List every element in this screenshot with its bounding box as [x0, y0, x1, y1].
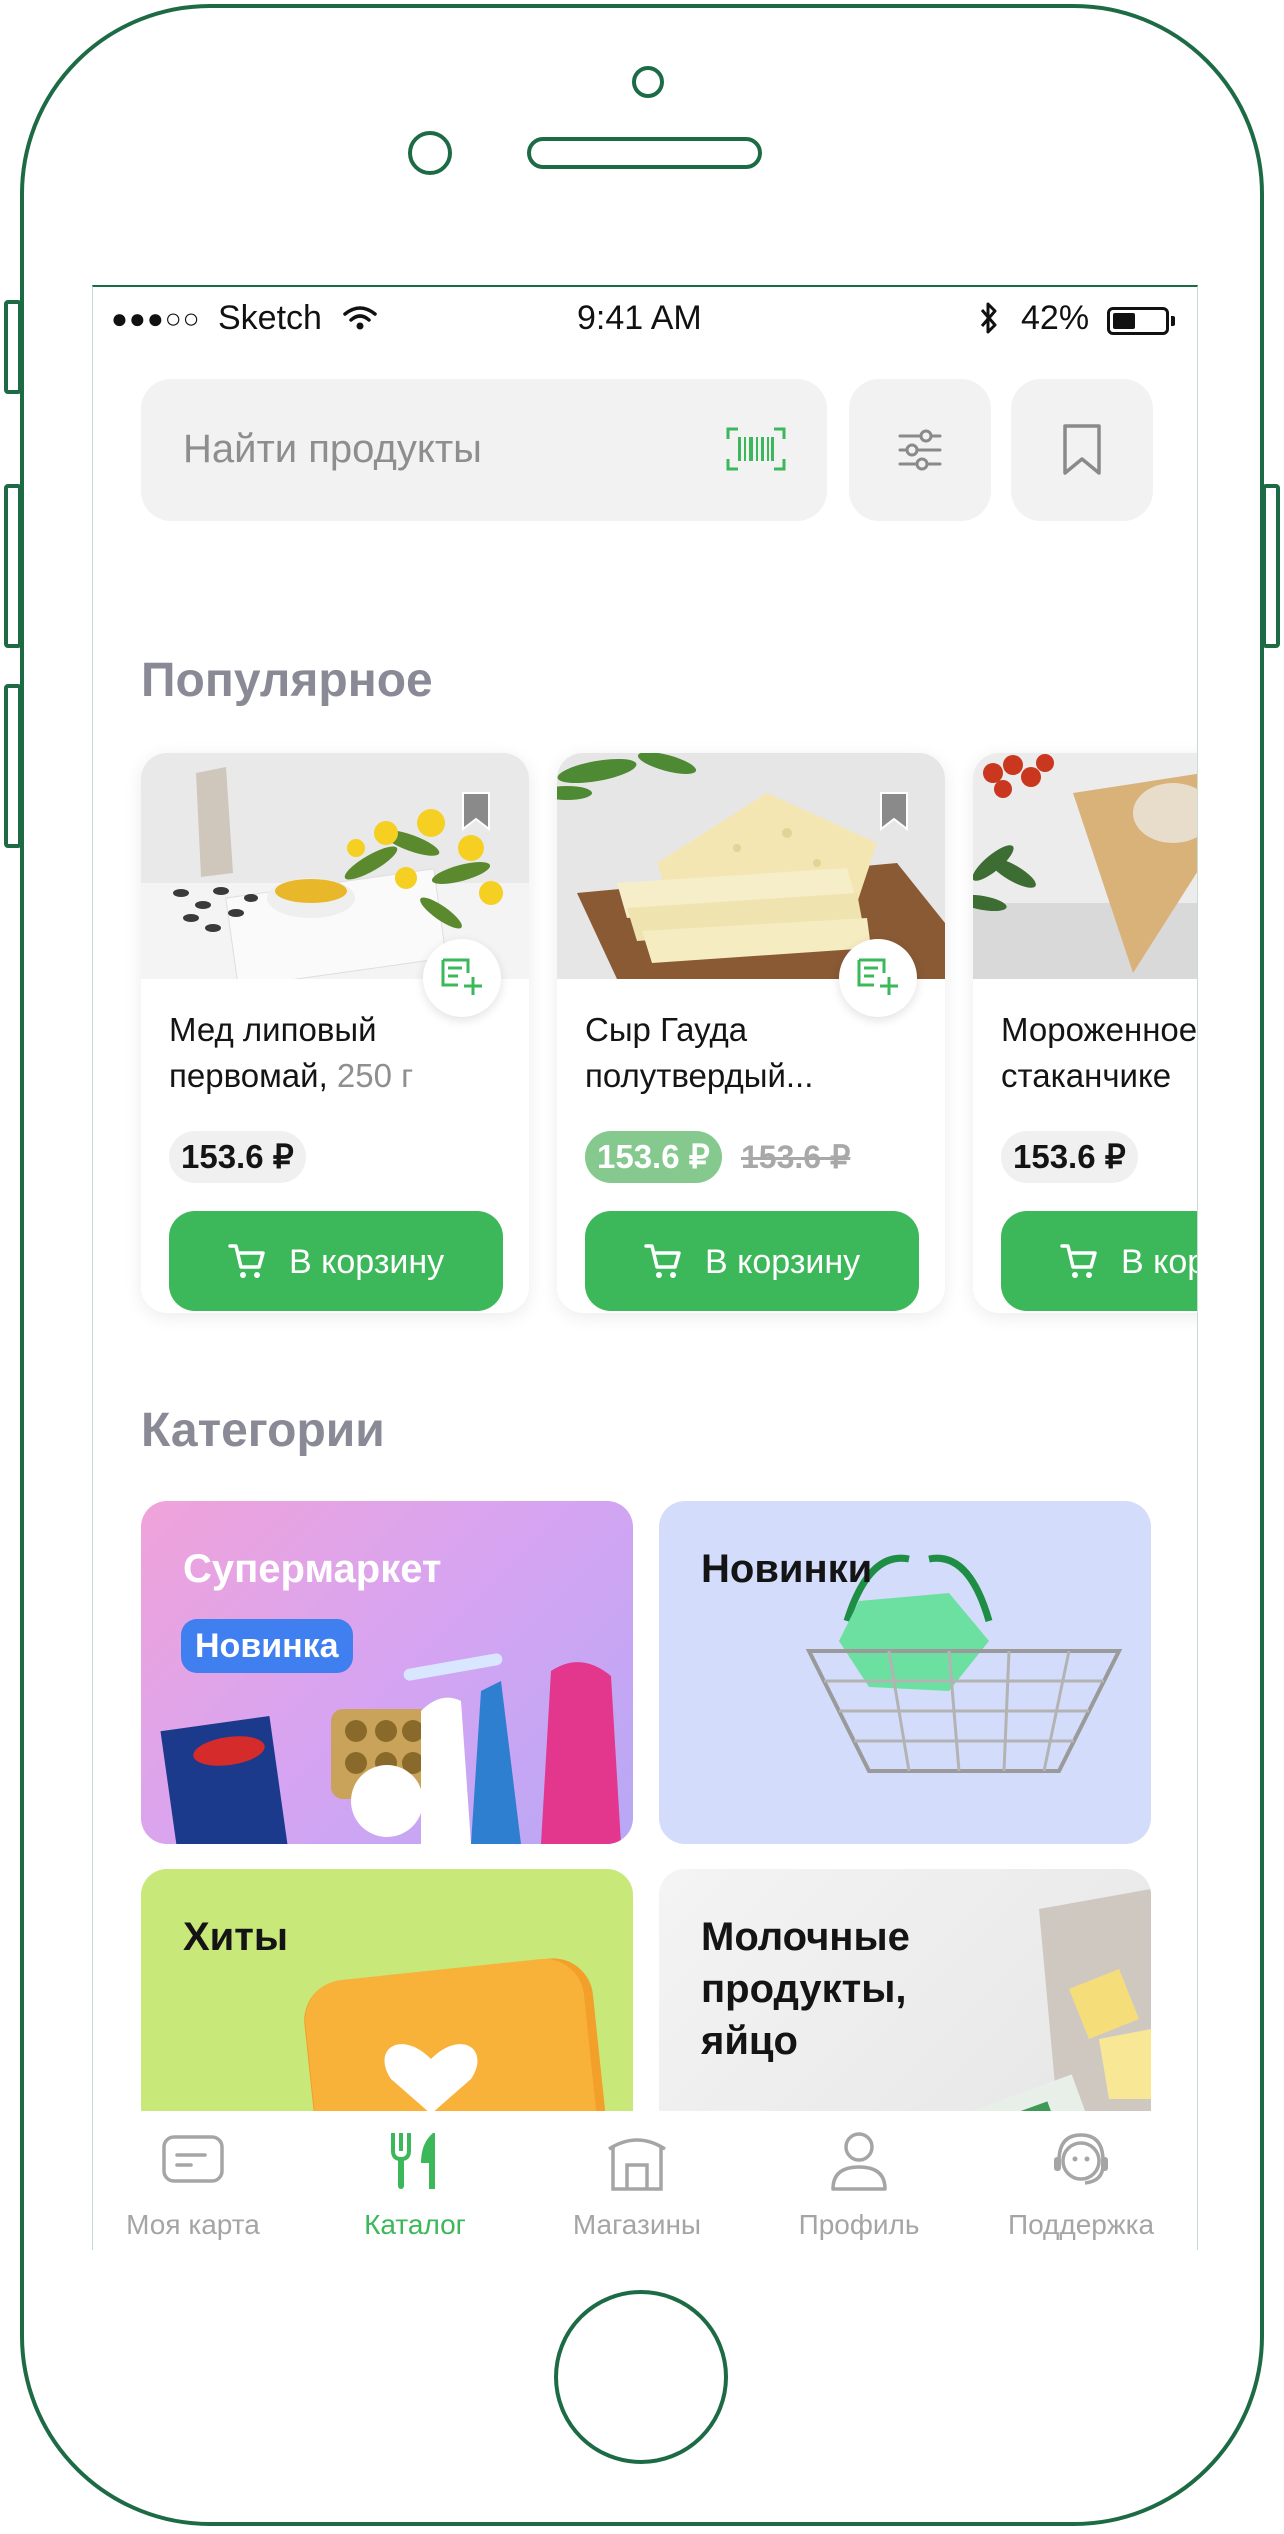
signal-strength-icon: ●●●○○	[111, 303, 201, 334]
product-card[interactable]: Сыр Гауда полутвердый... 153.6 ₽ 153.6 ₽…	[557, 753, 945, 1313]
power-button	[1262, 484, 1280, 648]
clock: 9:41 AM	[577, 299, 702, 337]
barcode-scan-icon[interactable]	[726, 427, 786, 471]
add-to-cart-button[interactable]: В корзину	[1001, 1211, 1197, 1311]
tab-stores[interactable]: Магазины	[537, 2111, 737, 2250]
add-to-list-icon	[441, 958, 482, 995]
search-placeholder: Найти продукты	[183, 427, 482, 471]
category-tile-new[interactable]: Новинки	[659, 1501, 1151, 1844]
status-bar: ●●●○○ Sketch 9:41 AM 42%	[93, 287, 1197, 347]
tab-bar: Моя карта Каталог Магазины Профиль Подде…	[93, 2111, 1197, 2250]
add-to-cart-label: В корзину	[289, 1243, 445, 1281]
tab-label: Поддержка	[1007, 2209, 1155, 2240]
search-input[interactable]: Найти продукты	[141, 379, 827, 521]
add-to-cart-button[interactable]: В корзину	[169, 1211, 503, 1311]
volume-down-button	[4, 684, 22, 848]
bookmark-icon[interactable]	[461, 791, 491, 831]
home-button[interactable]	[554, 2290, 728, 2464]
add-to-cart-label: В корзину	[1121, 1243, 1197, 1281]
tab-profile[interactable]: Профиль	[759, 2111, 959, 2250]
front-camera	[632, 66, 664, 98]
add-to-list-button[interactable]	[839, 939, 917, 1017]
product-name: Мед липовый первомай, 250 г	[169, 1011, 414, 1094]
tab-support[interactable]: Поддержка	[981, 2111, 1181, 2250]
product-price: 153.6 ₽	[1001, 1131, 1138, 1183]
product-sale-price: 153.6 ₽	[585, 1131, 722, 1183]
cart-icon	[1060, 1244, 1097, 1278]
bookmark-icon	[1063, 424, 1101, 475]
product-price: 153.6 ₽	[169, 1131, 306, 1183]
fork-knife-icon	[391, 2133, 435, 2189]
cart-icon	[228, 1244, 265, 1278]
popular-section-title: Популярное	[141, 654, 433, 707]
carrier-name: Sketch	[218, 299, 322, 337]
app-screen: ●●●○○ Sketch 9:41 AM 42% Найти продукты	[92, 285, 1198, 2250]
product-card[interactable]: Мед липовый первомай, 250 г 153.6 ₽ В ко…	[141, 753, 529, 1313]
category-title: Хиты	[183, 1915, 289, 1959]
volume-up-button	[4, 484, 22, 648]
new-badge: Новинка	[181, 1619, 353, 1673]
product-name: Сыр Гауда полутвердый...	[585, 1011, 814, 1094]
battery-icon	[1107, 307, 1169, 335]
bookmark-icon[interactable]	[879, 791, 909, 831]
product-name: Мороженное в стаканчике	[1001, 1011, 1198, 1094]
category-title: Супермаркет	[183, 1547, 442, 1591]
support-icon	[1054, 2133, 1108, 2185]
product-image-ice-cream	[973, 753, 1197, 979]
store-icon	[608, 2138, 666, 2191]
wifi-icon	[343, 306, 377, 330]
category-title: Новинки	[701, 1547, 873, 1591]
product-weight: 250 г	[336, 1057, 414, 1094]
filter-sliders-icon	[898, 429, 942, 471]
category-title: Молочные продукты, яйцо	[701, 1915, 910, 2063]
proximity-sensor	[408, 131, 452, 175]
tab-label: Каталог	[364, 2209, 466, 2240]
bookmarks-button[interactable]	[1011, 379, 1153, 521]
filter-button[interactable]	[849, 379, 991, 521]
category-tile-supermarket[interactable]: Супермаркет Новинка	[141, 1501, 633, 1844]
earpiece-speaker	[527, 137, 762, 169]
tab-label: Профиль	[798, 2209, 920, 2240]
product-card[interactable]: Мороженное в стаканчике 153.6 ₽ В корзин…	[973, 753, 1198, 1313]
tab-label: Моя карта	[126, 2209, 260, 2240]
tab-label: Магазины	[572, 2209, 702, 2240]
card-icon	[162, 2135, 224, 2183]
battery-percent: 42%	[1021, 299, 1090, 337]
tab-my-card[interactable]: Моя карта	[93, 2111, 293, 2250]
bluetooth-icon	[980, 302, 997, 334]
product-old-price: 153.6 ₽	[741, 1139, 851, 1175]
add-to-list-button[interactable]	[423, 939, 501, 1017]
profile-icon	[831, 2132, 887, 2191]
mute-switch	[4, 300, 22, 394]
cart-icon	[644, 1244, 681, 1278]
add-to-cart-label: В корзину	[705, 1243, 861, 1281]
tab-catalog[interactable]: Каталог	[315, 2111, 515, 2250]
add-to-list-icon	[857, 958, 898, 995]
categories-section-title: Категории	[141, 1404, 385, 1457]
add-to-cart-button[interactable]: В корзину	[585, 1211, 919, 1311]
